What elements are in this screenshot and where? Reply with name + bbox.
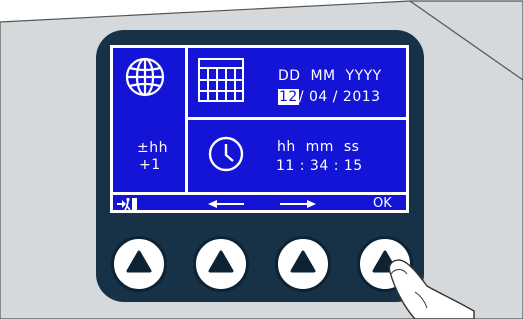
ok-label: OK: [373, 196, 392, 211]
device-stage: ±hh +1 DD MM YYYY 12/ 04 / 2013 hh mm ss…: [0, 0, 523, 319]
date-value: 12/ 04 / 2013: [278, 89, 381, 105]
date-pane[interactable]: DD MM YYYY 12/ 04 / 2013: [188, 48, 406, 120]
arrow-left-icon: [208, 200, 244, 208]
softkey-2-button[interactable]: [193, 236, 249, 292]
softkey-bar: OK: [113, 192, 406, 211]
triangle-up-icon: [290, 250, 316, 273]
clock-icon: [208, 136, 244, 172]
date-rest: / 04 / 2013: [298, 89, 381, 105]
softkey-3-button[interactable]: [275, 236, 331, 292]
pressing-finger-icon: [388, 259, 475, 319]
selected-day-field[interactable]: 12: [278, 89, 299, 105]
exit-icon: [117, 197, 137, 210]
softkey-1-button[interactable]: [111, 236, 167, 292]
date-format-label: DD MM YYYY: [278, 68, 382, 84]
lcd-screen: ±hh +1 DD MM YYYY 12/ 04 / 2013 hh mm ss…: [110, 45, 409, 213]
globe-icon: [125, 57, 165, 97]
timezone-pane[interactable]: ±hh +1: [113, 48, 188, 192]
triangle-up-icon: [208, 250, 234, 273]
time-pane[interactable]: hh mm ss 11 : 34 : 15: [188, 120, 406, 192]
triangle-up-icon: [126, 250, 152, 273]
arrow-right-icon: [280, 200, 316, 208]
offset-value: +1: [139, 157, 161, 173]
offset-label: ±hh: [137, 140, 168, 156]
calendar-icon: [198, 58, 244, 102]
time-format-label: hh mm ss: [277, 139, 360, 155]
time-value: 11 : 34 : 15: [276, 158, 363, 174]
